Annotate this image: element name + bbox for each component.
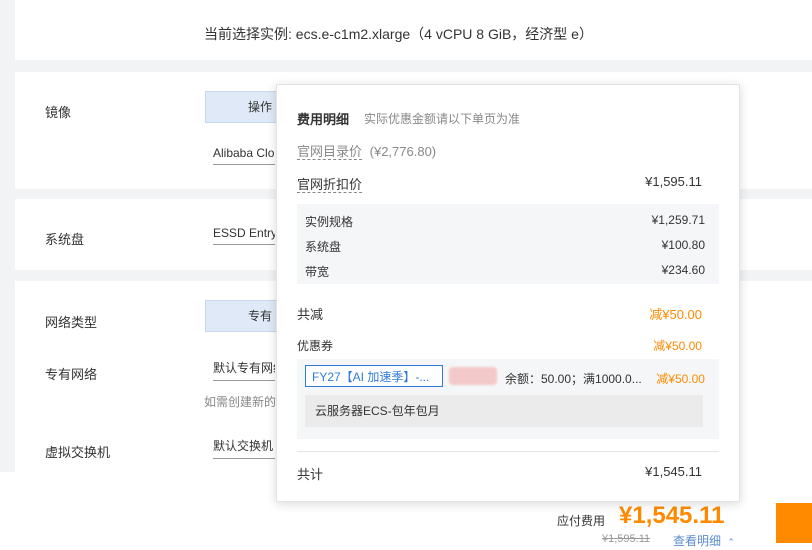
list-price-row: 官网目录价 (¥2,776.80) [297, 141, 702, 160]
coupon-product-tag: 云服务器ECS-包年包月 [305, 395, 703, 427]
view-details-link[interactable]: 查看明细 ⌃ [673, 532, 735, 549]
popover-title: 费用明细 [297, 112, 350, 127]
detail-row-value: ¥100.80 [661, 238, 705, 252]
network-type-label: 网络类型 [45, 315, 98, 330]
discount-price-row: 官网折扣价 ¥1,595.11 [297, 174, 702, 193]
detail-row-label: 系统盘 [305, 240, 342, 254]
original-price: ¥1,595.11 [602, 533, 651, 545]
detail-row-value: ¥1,259.71 [651, 213, 705, 227]
payable-value: ¥1,545.11 [619, 502, 725, 529]
system-disk-select[interactable]: ESSD Entry [213, 226, 275, 245]
redacted-coupon-info [449, 367, 497, 385]
image-label: 镜像 [45, 105, 72, 120]
coupon-label: 优惠券 [297, 339, 334, 353]
system-disk-label: 系统盘 [45, 232, 85, 247]
detail-row: 带宽 ¥234.60 [305, 263, 705, 280]
total-reduce-row: 共减 减¥50.00 [297, 304, 702, 322]
coupon-row-value: 减¥50.00 [656, 372, 705, 386]
cost-detail-popover: 费用明细 实际优惠金额请以下单页为准 官网目录价 (¥2,776.80) 官网折… [276, 84, 740, 502]
chevron-up-icon: ⌃ [727, 537, 735, 547]
payable-label: 应付费用 [557, 514, 606, 528]
total-reduce-value: 减¥50.00 [649, 307, 702, 322]
list-price-label[interactable]: 官网目录价 [297, 144, 363, 160]
selected-instance-text: 当前选择实例: ecs.e-c1m2.xlarge（4 vCPU 8 GiB，经… [204, 26, 593, 42]
image-select[interactable]: Alibaba Clo [213, 146, 275, 165]
vpc-select[interactable]: 默认专有网络 [213, 359, 275, 381]
vpc-hint: 如需创建新的 [204, 395, 277, 409]
detail-row-value: ¥234.60 [661, 263, 705, 277]
vswitch-label: 虚拟交换机 [45, 445, 111, 460]
selected-instance-card: 当前选择实例: ecs.e-c1m2.xlarge（4 vCPU 8 GiB，经… [15, 0, 812, 60]
list-price-value: (¥2,776.80) [369, 144, 437, 159]
coupon-detail-box: FY27【AI 加速季】-... 余额：50.00；满1000.0... 减¥5… [297, 359, 719, 439]
detail-row: 实例规格 ¥1,259.71 [305, 213, 705, 230]
popover-subtitle: 实际优惠金额请以下单页为准 [364, 112, 521, 126]
coupon-select[interactable]: FY27【AI 加速季】-... [305, 365, 443, 387]
detail-row-label: 带宽 [305, 265, 330, 279]
vpc-label: 专有网络 [45, 367, 98, 382]
sum-label: 共计 [297, 467, 324, 482]
popover-divider [297, 451, 719, 452]
total-reduce-label: 共减 [297, 307, 324, 322]
buy-button[interactable] [776, 503, 812, 543]
detail-row-label: 实例规格 [305, 215, 354, 229]
coupon-row: 优惠券 减¥50.00 [297, 337, 702, 355]
discount-price-value: ¥1,595.11 [645, 174, 702, 189]
coupon-value: 减¥50.00 [653, 339, 702, 353]
vswitch-select[interactable]: 默认交换机 [213, 437, 275, 459]
discount-price-label[interactable]: 官网折扣价 [297, 177, 363, 193]
view-details-label: 查看明细 [673, 534, 722, 548]
sum-row: 共计 ¥1,545.11 [297, 464, 702, 482]
detail-row: 系统盘 ¥100.80 [305, 238, 705, 255]
sum-value: ¥1,545.11 [645, 464, 702, 479]
coupon-balance-text: 余额：50.00；满1000.0... [505, 372, 642, 386]
detail-breakdown: 实例规格 ¥1,259.71 系统盘 ¥100.80 带宽 ¥234.60 [297, 204, 719, 284]
